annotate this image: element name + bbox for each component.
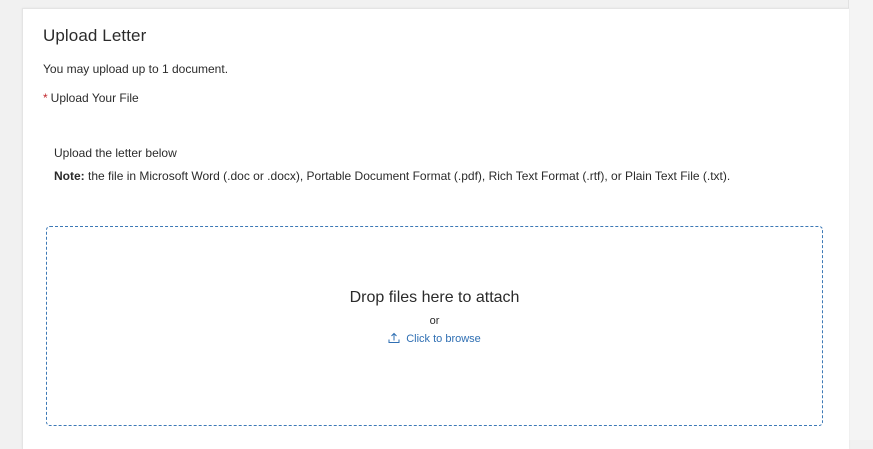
section-title: Upload Letter — [43, 26, 147, 45]
upload-file-label-text: Upload Your File — [50, 91, 139, 105]
upload-letter-card: Upload Letter You may upload up to 1 doc… — [22, 8, 849, 449]
note-text: the file in Microsoft Word (.doc or .doc… — [84, 169, 731, 183]
note-prefix: Note: — [54, 169, 85, 183]
required-marker: * — [43, 91, 48, 105]
upload-limit-text: You may upload up to 1 document. — [43, 62, 229, 76]
file-format-note: Note: the file in Microsoft Word (.doc o… — [54, 166, 834, 186]
file-dropzone[interactable]: Drop files here to attach or Click to br… — [46, 226, 823, 426]
browse-link[interactable]: Click to browse — [47, 332, 822, 345]
upload-file-label: * Upload Your File — [43, 91, 139, 105]
dropzone-title: Drop files here to attach — [349, 289, 520, 306]
browse-label: Click to browse — [406, 333, 481, 345]
right-rail — [848, 0, 873, 440]
upload-icon — [388, 332, 406, 345]
dropzone-or-text: or — [429, 315, 440, 327]
upload-instruction: Upload the letter below — [54, 146, 177, 160]
